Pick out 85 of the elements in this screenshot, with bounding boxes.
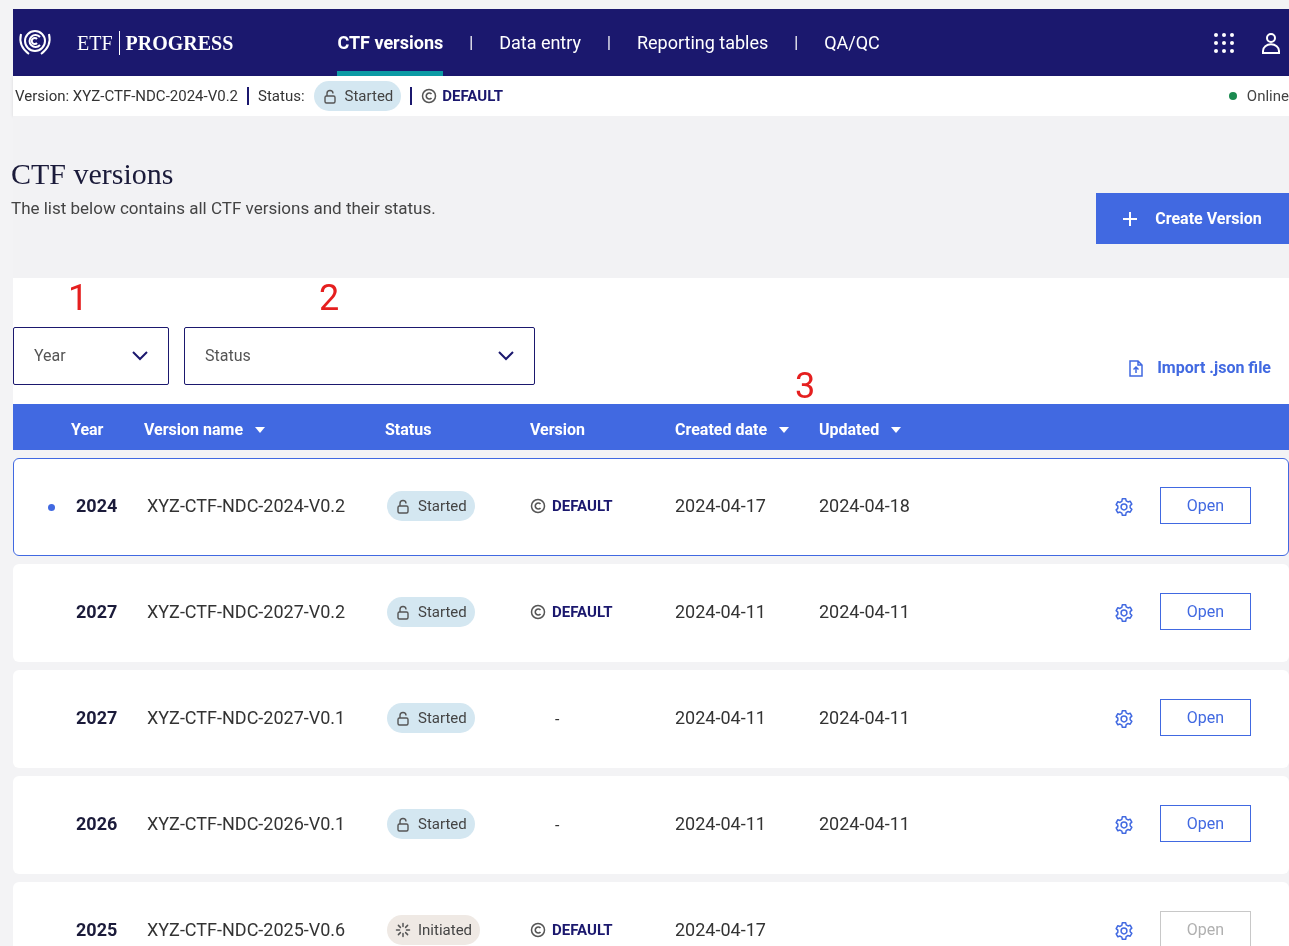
open-button[interactable]: Open (1160, 805, 1251, 842)
lock-icon (395, 710, 411, 726)
settings-icon[interactable] (1114, 603, 1134, 623)
date-cell: 2024-04-11 (819, 708, 910, 728)
version-name-cell: XYZ-CTF-NDC-2026-V0.1 (147, 814, 346, 834)
year-cell: 2024 (76, 496, 118, 516)
lock-icon (321, 88, 338, 104)
brand-name: PROGRESS (125, 30, 234, 56)
filter-dropdown[interactable]: Status (184, 327, 535, 385)
column-header: Year (71, 419, 104, 441)
table-row[interactable]: 2027 XYZ-CTF-NDC-2027-V0.2 Started DEFAULT 2024-04-11 2024-04-11 Open (13, 564, 1289, 662)
date-cell: 2024-04-11 (675, 814, 766, 834)
settings-icon[interactable] (1114, 497, 1134, 517)
nav-tab[interactable]: QA/QC (824, 9, 880, 76)
chevron-down-icon (498, 351, 514, 361)
status-badge: Initiated (387, 915, 481, 945)
default-label: DEFAULT (442, 85, 503, 107)
page-title: CTF versions (11, 156, 175, 192)
brand-name: ETF (77, 30, 113, 56)
file-import-icon (1129, 359, 1144, 377)
version-cell: DEFAULT (552, 497, 613, 515)
lock-icon (395, 498, 411, 514)
lock-icon (395, 604, 411, 620)
year-cell: 2027 (76, 602, 118, 622)
nav-separator: | (469, 31, 474, 54)
date-cell: 2024-04-11 (675, 708, 766, 728)
import-link[interactable]: Import .json file (1129, 356, 1271, 380)
user-icon (1261, 31, 1281, 54)
version-cell: DEFAULT (552, 921, 613, 939)
status-badge: Started (387, 491, 475, 521)
date-cell: 2024-04-11 (819, 814, 910, 834)
column-header: Status (385, 419, 432, 441)
apps-grid-icon (1213, 31, 1235, 54)
settings-icon[interactable] (1114, 815, 1134, 835)
filter-dropdown[interactable]: Year (13, 327, 169, 385)
chevron-down-icon (132, 351, 148, 361)
year-cell: 2027 (76, 708, 118, 728)
nav-separator: | (794, 31, 799, 54)
table-row[interactable]: 2027 XYZ-CTF-NDC-2027-V0.1 Started - 2024-04-11 2024-04-11 Open (13, 670, 1289, 768)
status-badge: Started (387, 597, 475, 627)
version-name-cell: XYZ-CTF-NDC-2027-V0.1 (147, 708, 346, 728)
open-button[interactable]: Open (1160, 593, 1251, 630)
annotation-number: 2 (319, 278, 340, 318)
status-label: Status: (258, 85, 305, 107)
nav-separator: | (607, 31, 611, 54)
annotation-number: 3 (795, 366, 816, 406)
version-cell: DEFAULT (552, 603, 613, 621)
date-cell: 2024-04-18 (819, 496, 910, 516)
status-badge: Started (313, 81, 402, 111)
settings-icon[interactable] (1114, 709, 1134, 729)
date-cell: 2024-04-17 (675, 496, 766, 516)
status-badge: Started (387, 703, 475, 733)
plus-icon (1123, 211, 1138, 226)
lock-icon (395, 816, 411, 832)
column-header[interactable]: Updated (819, 418, 902, 442)
version-cell-text: - (555, 815, 560, 837)
open-button[interactable]: Open (1160, 487, 1251, 524)
version-name-cell: XYZ-CTF-NDC-2027-V0.2 (147, 602, 346, 622)
date-cell: 2024-04-17 (675, 920, 766, 940)
copyright-icon (530, 498, 546, 514)
copyright-icon (530, 604, 546, 620)
column-header: Version (530, 419, 586, 441)
version-name-cell: XYZ-CTF-NDC-2024-V0.2 (147, 496, 346, 516)
copyright-icon (530, 922, 546, 938)
column-header[interactable]: Version name (144, 418, 266, 442)
nav-tab[interactable]: Data entry (499, 9, 582, 76)
column-header[interactable]: Created date (675, 418, 790, 442)
version-cell-text: - (555, 709, 560, 731)
date-cell: 2024-04-11 (675, 602, 766, 622)
create-version-button[interactable]: Create Version (1096, 193, 1289, 244)
open-button[interactable]: Open (1160, 699, 1251, 736)
status-badge: Started (387, 809, 475, 839)
version-name-cell: XYZ-CTF-NDC-2025-V0.6 (147, 920, 346, 940)
version-text: Version: XYZ-CTF-NDC-2024-V0.2 (15, 85, 238, 107)
copyright-icon (421, 88, 438, 104)
annotation-number: 1 (68, 278, 89, 318)
online-text: Online (1246, 85, 1289, 107)
nav-tab[interactable]: Reporting tables (636, 9, 769, 76)
page-description: The list below contains all CTF versions and their status. (11, 197, 436, 220)
date-cell: 2024-04-11 (819, 602, 910, 622)
table-row[interactable]: 2026 XYZ-CTF-NDC-2026-V0.1 Started - 2024-04-11 2024-04-11 Open (13, 776, 1289, 874)
year-cell: 2025 (76, 920, 118, 940)
spinner-icon (395, 922, 411, 938)
table-row[interactable]: 2024 XYZ-CTF-NDC-2024-V0.2 Started DEFAULT 2024-04-17 2024-04-18 Open (13, 458, 1289, 556)
year-cell: 2026 (76, 814, 118, 834)
